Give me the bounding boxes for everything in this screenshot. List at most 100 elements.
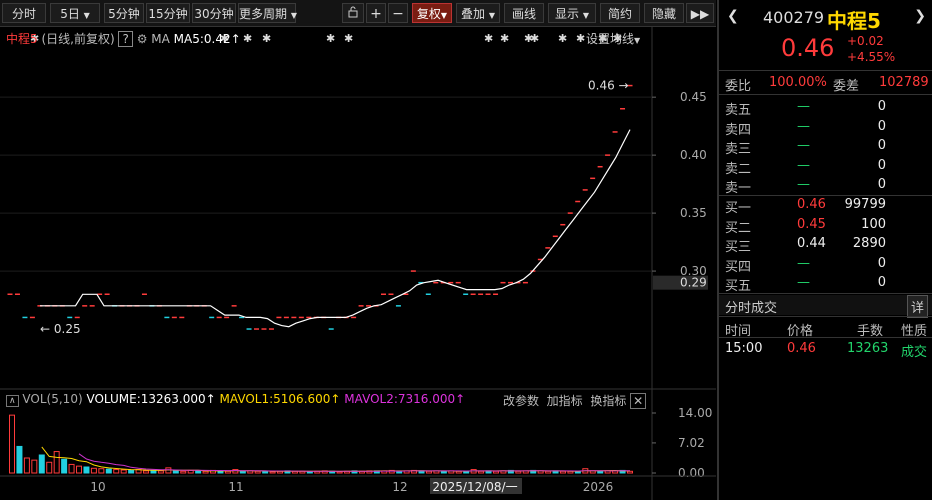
current-price-label: 0.29: [680, 276, 707, 290]
bid-row: 买一 0.46 99799: [719, 195, 932, 216]
ask-row: 卖四 — 0: [719, 117, 932, 138]
ma5-value: MA5:0.42: [173, 32, 231, 46]
chart-toolbar: 分时 5日 ▼ 5分钟 15分钟 30分钟 更多周期 ▼ + − 复权▼ 叠加 …: [0, 0, 716, 27]
chevron-down-icon: ▼: [290, 11, 297, 20]
bid-row: 买五 — 0: [719, 273, 932, 294]
level-label: 卖一: [725, 181, 752, 197]
ma-label: MA: [151, 32, 170, 46]
display-label: 显示: [555, 7, 580, 21]
ma-settings-dropdown[interactable]: 设置均线▼: [586, 30, 640, 47]
order-ratio-value: 100.00%: [769, 75, 827, 90]
ask-row: 卖五 — 0: [719, 97, 932, 118]
settings-gear-icon[interactable]: ⚙: [137, 32, 148, 46]
volume-bar: [425, 470, 432, 474]
collapse-icon[interactable]: ∧: [6, 395, 19, 407]
event-star-icon: ✱: [530, 32, 539, 45]
compact-button[interactable]: 简约: [600, 3, 640, 23]
add-indicator-button[interactable]: 加指标: [547, 394, 583, 408]
price-change-pct: +4.55%: [847, 50, 896, 64]
expand-right-icon[interactable]: ▶▶: [686, 3, 714, 23]
min-price-label: ← 0.25: [40, 322, 81, 336]
level-label: 卖五: [725, 103, 752, 118]
draw-button[interactable]: 画线: [504, 3, 544, 23]
display-dropdown[interactable]: 显示 ▼: [548, 3, 596, 23]
max-price-label: 0.46 →: [588, 79, 629, 93]
volume-value: VOLUME:13263.000: [86, 392, 206, 406]
more-periods-dropdown[interactable]: 更多周期 ▼: [238, 3, 297, 23]
plus-icon[interactable]: +: [366, 3, 386, 23]
volume-bar: [76, 465, 83, 474]
switch-indicator-button[interactable]: 换指标: [590, 394, 626, 408]
tab-intraday[interactable]: 分时: [2, 3, 46, 23]
volume-bar: [143, 470, 150, 474]
mavol1-line: [41, 446, 630, 472]
trades-title: 分时成交: [725, 301, 778, 316]
volume-layer: 14.00 7.02 0.00: [9, 406, 712, 480]
date-label: 2025/12/08/一: [432, 480, 517, 494]
date-axis: 10 11 12 2025/12/08/一 2026: [0, 475, 716, 494]
ask-row: 卖三 — 0: [719, 136, 932, 158]
mavol2-line: [78, 453, 630, 472]
level-price: —: [797, 255, 810, 271]
level-volume: 0: [877, 177, 886, 193]
tab-15min[interactable]: 15分钟: [146, 3, 190, 23]
trade-price: 0.46: [787, 341, 816, 356]
trades-header: 分时成交 详: [719, 295, 932, 318]
tab-5min[interactable]: 5分钟: [104, 3, 144, 23]
chart-stock-name: 中程5: [6, 32, 38, 46]
volume-tick-label: 0.00: [678, 466, 705, 480]
detail-button[interactable]: 详: [907, 295, 929, 318]
level-price: —: [797, 177, 810, 193]
hide-button[interactable]: 隐藏: [644, 3, 684, 23]
tab-5day[interactable]: 5日 ▼: [50, 3, 100, 23]
volume-bar: [98, 468, 105, 474]
trade-row: 15:00 0.46 13263 成交: [719, 339, 932, 360]
volume-bar: [224, 470, 231, 474]
price-grid: [0, 27, 716, 500]
volume-bar: [61, 458, 68, 474]
level-label: 卖三: [725, 142, 752, 158]
tab-30min[interactable]: 30分钟: [192, 3, 236, 23]
tab-5day-label: 5日: [60, 7, 80, 21]
level-volume: 0: [877, 138, 886, 154]
volume-bar: [195, 470, 202, 474]
level-label: 卖四: [725, 122, 752, 138]
edit-params-button[interactable]: 改参数: [503, 394, 539, 408]
volume-tick-label: 7.02: [678, 436, 705, 450]
close-icon[interactable]: ✕: [630, 393, 647, 409]
price-change: +0.02: [847, 34, 884, 48]
overlay-dropdown[interactable]: 叠加 ▼: [456, 3, 500, 23]
price-tick-label: 0.40: [680, 148, 707, 162]
candle-layer: ✱ ✱ ✱ ✱ ✱ ✱ ✱ ✱ ✱✱ ✱ ✱ ✱ ✱0.46 →← 0.25: [7, 32, 633, 336]
ma-settings-label: 设置均线: [586, 32, 635, 46]
volume-bar: [597, 470, 604, 474]
event-star-icon: ✱: [326, 32, 335, 45]
up-arrow-icon: ↑: [455, 392, 466, 406]
volume-bar: [440, 470, 447, 474]
event-star-icon: ✱: [576, 32, 585, 45]
bid-row: 买二 0.45 100: [719, 215, 932, 236]
kline-chart[interactable]: ✱ ✱ ✱ ✱ ✱ ✱ ✱ ✱ ✱✱ ✱ ✱ ✱ ✱0.46 →← 0.25 0.450.400.350…: [0, 27, 716, 500]
volume-bar: [113, 469, 120, 474]
level-volume: 0: [877, 275, 886, 291]
trade-volume: 13263: [847, 341, 889, 356]
prev-stock-icon[interactable]: ❮: [727, 8, 739, 24]
level-label: 买一: [725, 201, 752, 216]
help-icon[interactable]: ?: [118, 31, 133, 47]
volume-bar: [128, 469, 135, 474]
chevron-down-icon: ▼: [488, 11, 495, 20]
up-arrow-icon: ↑: [230, 32, 241, 46]
level-price: 0.45: [797, 216, 826, 232]
level-volume: 0: [877, 118, 886, 134]
adjust-dropdown[interactable]: 复权▼: [412, 3, 452, 23]
stock-code: 400279: [763, 8, 825, 27]
date-label: 2026: [583, 480, 614, 494]
lock-icon[interactable]: [342, 3, 364, 23]
order-ratio-row: 委比 100.00% 委差 102789: [719, 73, 932, 94]
date-label: 11: [228, 480, 243, 494]
chevron-down-icon: ▼: [440, 11, 448, 20]
event-star-icon: ✱: [484, 32, 493, 45]
volume-bar: [187, 469, 194, 474]
minus-icon[interactable]: −: [388, 3, 408, 23]
next-stock-icon[interactable]: ❯: [914, 8, 926, 24]
